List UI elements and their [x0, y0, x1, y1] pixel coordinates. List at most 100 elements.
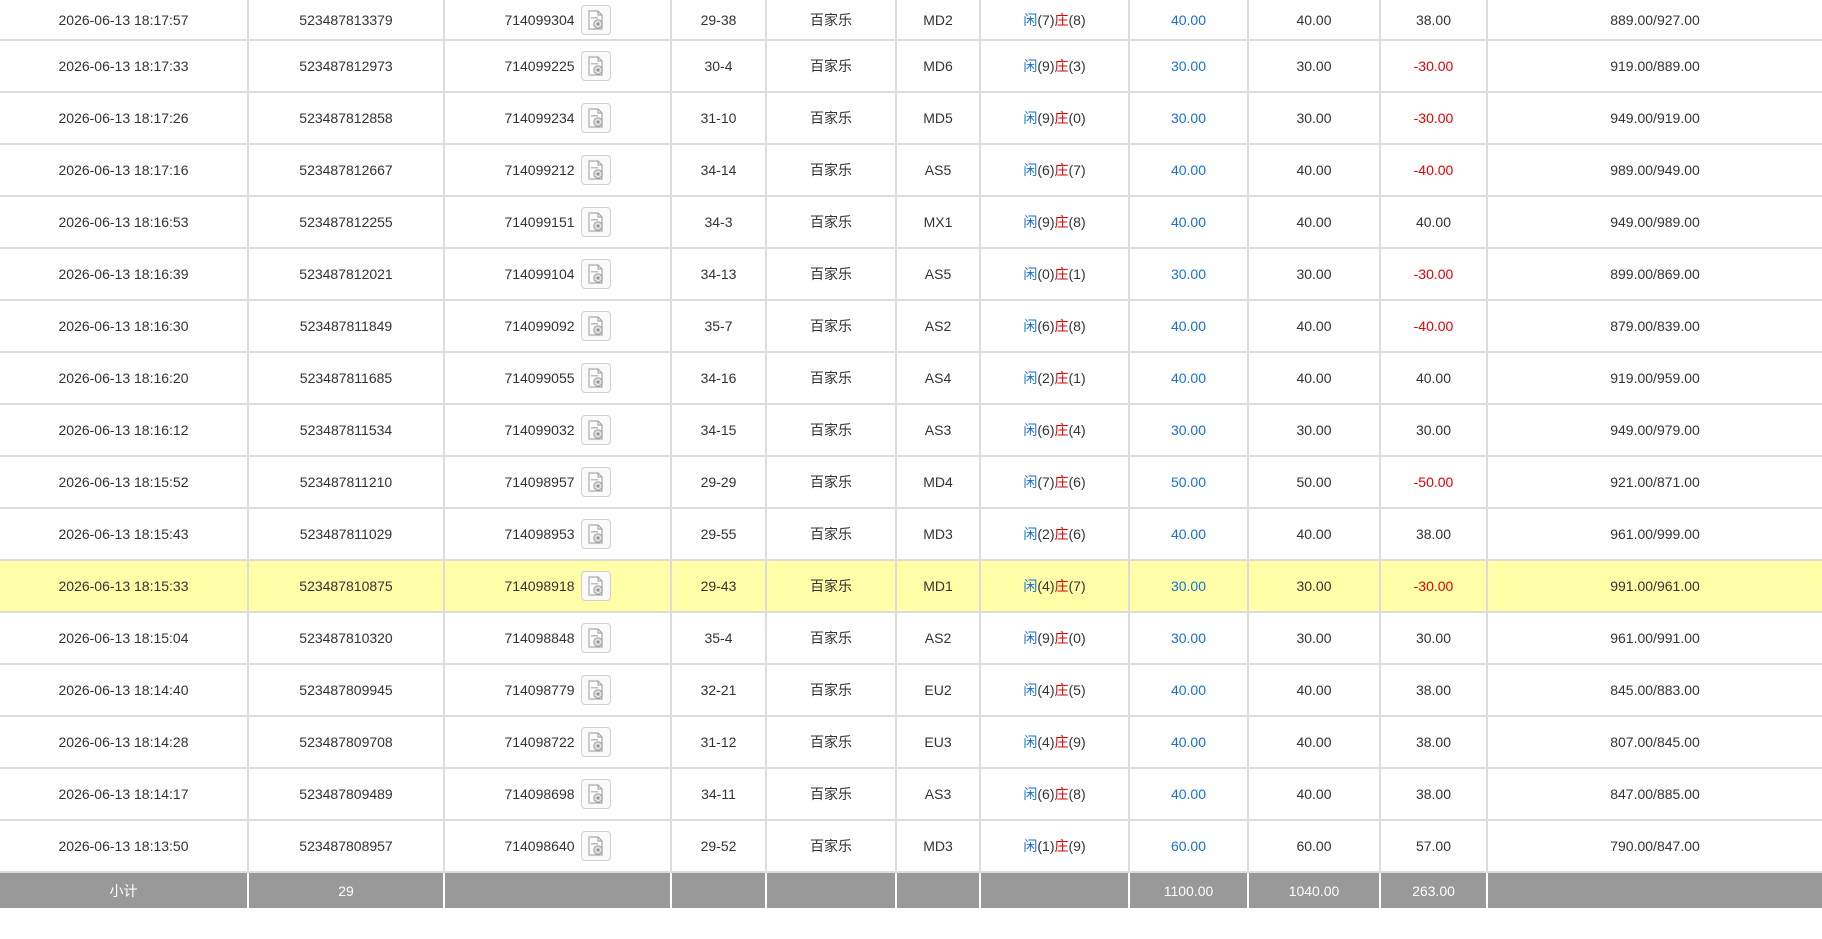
table-row: 2026-06-13 18:17:57 523487813379 714099304…: [0, 0, 1822, 41]
order-id: 523487808957: [248, 820, 445, 873]
shoe-hand: 31-10: [671, 92, 767, 145]
bet-amount: 30.00: [1129, 404, 1249, 457]
table-code: AS3: [896, 768, 981, 821]
table-row: 2026-06-13 18:16:30 523487811849 714099092…: [0, 300, 1822, 353]
round-detail-button[interactable]: [580, 415, 611, 445]
table-code: AS5: [896, 248, 981, 301]
round-id: 714099104: [504, 266, 575, 282]
banker-score: (1): [1068, 266, 1086, 282]
bet-time: 2026-06-13 18:16:30: [0, 300, 249, 353]
round-cell: 714098957: [444, 456, 672, 509]
round-cell: 714099104: [444, 248, 672, 301]
round-detail-button[interactable]: [580, 51, 611, 81]
balance-before-after: 790.00/847.00: [1487, 820, 1822, 873]
round-detail-button[interactable]: [580, 311, 611, 341]
game-name: 百家乐: [766, 456, 897, 509]
bet-time: 2026-06-13 18:17:57: [0, 0, 249, 41]
table-row: 2026-06-13 18:17:16 523487812667 714099212…: [0, 144, 1822, 197]
valid-bet: 60.00: [1248, 820, 1381, 873]
bet-amount: 50.00: [1129, 456, 1249, 509]
shoe-hand: 34-11: [671, 768, 767, 821]
valid-bet: 40.00: [1248, 508, 1381, 561]
balance-before-after: 991.00/961.00: [1487, 560, 1822, 613]
round-id: 714099225: [504, 58, 575, 74]
table-row: 2026-06-13 18:16:12 523487811534 714099032…: [0, 404, 1822, 457]
game-name: 百家乐: [766, 768, 897, 821]
result-cell: 闲(9)庄(0): [980, 612, 1130, 665]
result-cell: 闲(1)庄(9): [980, 820, 1130, 873]
round-cell: 714099304: [444, 0, 672, 41]
balance-before-after: 919.00/889.00: [1487, 40, 1822, 93]
round-detail-button[interactable]: [580, 623, 611, 653]
round-detail-button[interactable]: [580, 727, 611, 757]
result-cell: 闲(4)庄(5): [980, 664, 1130, 717]
win-loss: -40.00: [1380, 144, 1488, 197]
player-label: 闲: [1023, 58, 1038, 74]
win-loss: -30.00: [1380, 560, 1488, 613]
player-score: (2): [1037, 526, 1055, 542]
round-detail-button[interactable]: [580, 571, 611, 601]
order-id: 523487812667: [248, 144, 445, 197]
table-code: EU3: [896, 716, 981, 769]
banker-label: 庄: [1054, 786, 1069, 802]
round-cell: 714099212: [444, 144, 672, 197]
banker-score: (7): [1068, 162, 1086, 178]
result-cell: 闲(2)庄(1): [980, 352, 1130, 405]
round-cell: 714098918: [444, 560, 672, 613]
banker-score: (8): [1068, 318, 1086, 334]
table-row: 2026-06-13 18:14:28 523487809708 714098722…: [0, 716, 1822, 769]
round-detail-button[interactable]: [580, 363, 611, 393]
valid-bet: 40.00: [1248, 196, 1381, 249]
game-name: 百家乐: [766, 352, 897, 405]
banker-label: 庄: [1054, 422, 1069, 438]
subtotal-bet: 1100.00: [1129, 872, 1249, 908]
round-id: 714099304: [504, 11, 575, 28]
bet-time: 2026-06-13 18:16:12: [0, 404, 249, 457]
round-detail-button[interactable]: [580, 155, 611, 185]
banker-label: 庄: [1054, 474, 1069, 490]
shoe-hand: 34-3: [671, 196, 767, 249]
bet-amount: 40.00: [1129, 768, 1249, 821]
banker-score: (8): [1068, 214, 1086, 230]
banker-score: (0): [1068, 110, 1086, 126]
table-body: 2026-06-13 18:17:57 523487813379 714099304…: [0, 0, 1822, 873]
balance-before-after: 961.00/991.00: [1487, 612, 1822, 665]
bet-amount: 40.00: [1129, 300, 1249, 353]
player-label: 闲: [1023, 682, 1038, 698]
game-name: 百家乐: [766, 612, 897, 665]
win-loss: 30.00: [1380, 612, 1488, 665]
valid-bet: 30.00: [1248, 40, 1381, 93]
player-label: 闲: [1023, 630, 1038, 646]
round-detail-button[interactable]: [580, 831, 611, 861]
order-id: 523487811029: [248, 508, 445, 561]
order-id: 523487809489: [248, 768, 445, 821]
player-label: 闲: [1023, 266, 1038, 282]
banker-score: (0): [1068, 630, 1086, 646]
banker-score: (6): [1068, 526, 1086, 542]
bet-time: 2026-06-13 18:15:33: [0, 560, 249, 613]
banker-label: 庄: [1054, 318, 1069, 334]
round-detail-button[interactable]: [580, 207, 611, 237]
round-detail-button[interactable]: [580, 467, 611, 497]
shoe-hand: 35-4: [671, 612, 767, 665]
shoe-hand: 31-12: [671, 716, 767, 769]
game-name: 百家乐: [766, 300, 897, 353]
result-cell: 闲(2)庄(6): [980, 508, 1130, 561]
round-detail-button[interactable]: [580, 259, 611, 289]
table-code: EU2: [896, 664, 981, 717]
round-detail-button[interactable]: [580, 519, 611, 549]
result-cell: 闲(4)庄(9): [980, 716, 1130, 769]
banker-label: 庄: [1054, 370, 1069, 386]
win-loss: 40.00: [1380, 352, 1488, 405]
order-id: 523487810875: [248, 560, 445, 613]
round-detail-button[interactable]: [580, 4, 611, 35]
table-code: AS2: [896, 300, 981, 353]
result-cell: 闲(6)庄(8): [980, 768, 1130, 821]
round-detail-button[interactable]: [580, 103, 611, 133]
valid-bet: 30.00: [1248, 560, 1381, 613]
round-detail-button[interactable]: [580, 779, 611, 809]
order-id: 523487811849: [248, 300, 445, 353]
order-id: 523487812021: [248, 248, 445, 301]
balance-before-after: 845.00/883.00: [1487, 664, 1822, 717]
round-detail-button[interactable]: [580, 675, 611, 705]
